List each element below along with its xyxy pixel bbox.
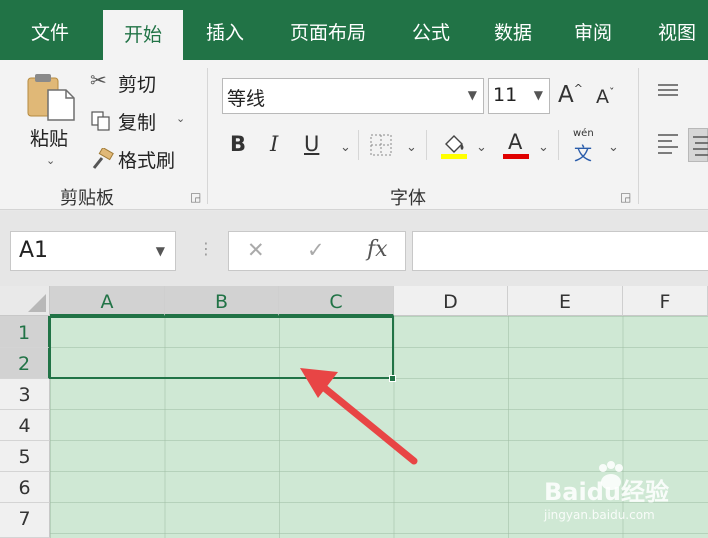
annotation-arrow-icon — [300, 368, 418, 465]
baidu-watermark: Baidu经验 jingyan.baidu.com — [540, 460, 700, 530]
watermark-url: jingyan.baidu.com — [544, 508, 655, 522]
watermark-brand: Baidu经验 — [544, 478, 669, 506]
